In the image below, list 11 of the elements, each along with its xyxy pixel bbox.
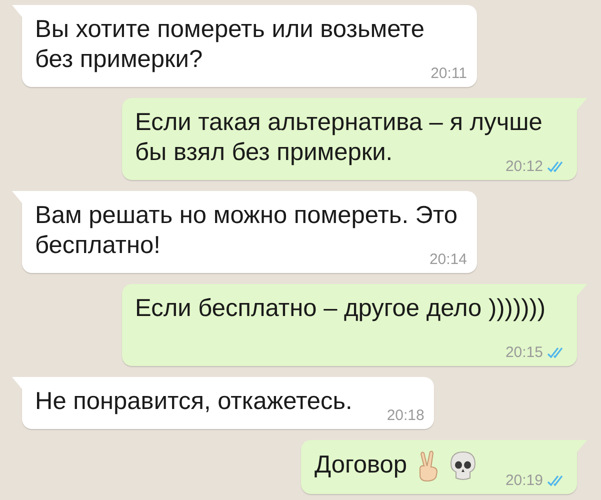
message-text: Договор: [314, 451, 407, 478]
message-time: 20:11: [430, 65, 467, 83]
message-time: 20:12: [505, 158, 543, 176]
message-text: Если бесплатно – другое дело ))))))): [135, 295, 546, 322]
message-time: 20:18: [386, 407, 424, 425]
message-text: Не понравится, откажетесь.: [35, 388, 352, 415]
skull-icon: [449, 451, 477, 481]
message-time: 20:15: [505, 344, 543, 362]
message-time: 20:19: [505, 472, 543, 490]
message-time: 20:14: [429, 251, 467, 269]
message-text: Вы хотите помереть или возьмете без примерки?: [35, 16, 424, 73]
